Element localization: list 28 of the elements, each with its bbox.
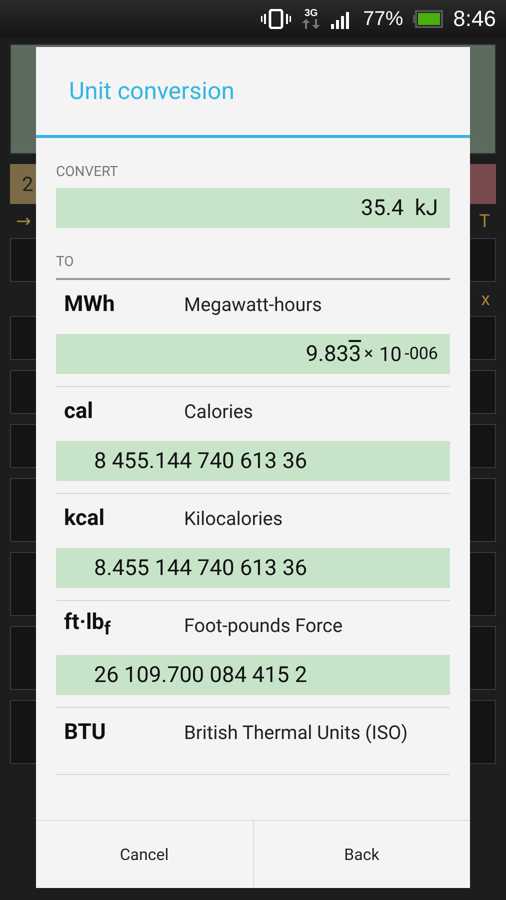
unit-symbol: BTU — [63, 720, 107, 744]
result-value: 26 109.700 084 415 2 — [56, 655, 450, 695]
back-button[interactable]: Back — [252, 821, 470, 888]
unit-name: Calories — [184, 400, 254, 422]
dialog-title: Unit conversion — [69, 77, 234, 105]
key-hint: x — [481, 288, 490, 310]
result-value: 8.455 144 740 613 36 — [56, 548, 450, 588]
battery-percentage: 77% — [363, 8, 404, 30]
unit-name: Megawatt-hours — [184, 292, 322, 316]
network-type: 3G — [304, 9, 318, 19]
unit-name: British Thermal Units (ISO) — [184, 720, 408, 744]
vibrate-icon — [261, 9, 292, 29]
unit-symbol: ft·lb$_{f}$ — [63, 610, 112, 640]
unit-symbol: cal — [63, 398, 94, 424]
convert-value-field: 35.4 kJ — [56, 188, 450, 228]
clock: 8:46 — [453, 6, 496, 32]
battery-icon — [413, 10, 444, 28]
unit-symbol: kcal — [63, 506, 106, 530]
key-hint: → — [16, 210, 32, 232]
unit-symbol: MWh — [63, 292, 116, 316]
unit-name: Foot-pounds Force — [184, 614, 343, 636]
section-label: TO — [56, 254, 75, 270]
result-value: 8 455.144 740 613 36 — [56, 441, 450, 481]
cancel-button[interactable]: Cancel — [36, 821, 252, 888]
result-value: 9.833× 10-006 — [56, 334, 450, 374]
unit-name: Kilocalories — [184, 506, 283, 530]
key-hint: T — [479, 210, 490, 232]
data-arrows-icon — [301, 19, 322, 29]
